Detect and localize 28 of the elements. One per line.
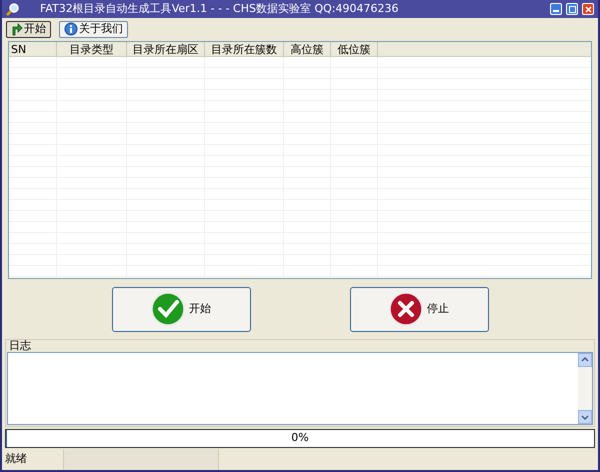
close-icon [389, 292, 423, 326]
close-icon [584, 6, 592, 12]
column-header[interactable]: SN [9, 42, 57, 56]
toolbar-button[interactable]: 关于我们 [59, 20, 128, 38]
close-button[interactable] [582, 3, 594, 15]
maximize-icon [568, 6, 576, 12]
column-header[interactable]: 目录类型 [57, 42, 127, 56]
column-header[interactable]: 目录所在扇区 [127, 42, 205, 56]
column-header[interactable]: 高位簇 [284, 42, 331, 56]
minimize-button[interactable] [550, 3, 562, 15]
column-header[interactable]: 目录所在簇数 [205, 42, 284, 56]
magnifier-icon [6, 2, 20, 16]
progress-reading: 0% [291, 430, 309, 446]
maximize-button[interactable] [566, 3, 578, 15]
column-header[interactable]: 低位簇 [331, 42, 378, 56]
info-icon [64, 22, 78, 36]
log-area[interactable] [7, 352, 593, 425]
toolbar-button[interactable]: 开始 [6, 20, 51, 38]
scroll-up-icon[interactable] [578, 353, 592, 367]
arrow-icon [11, 22, 23, 36]
scroll-down-icon[interactable] [578, 410, 592, 424]
action-button[interactable]: 停止 [350, 286, 488, 332]
scroll-bar[interactable] [578, 353, 592, 424]
window-title: FAT32根目录自动生成工具Ver1.1 - - - CHS数据实验室 QQ:490476236 [40, 0, 398, 17]
log-title: 日志 [8, 340, 32, 352]
action-button[interactable]: 开始 [112, 286, 250, 332]
check-icon [151, 292, 185, 326]
minimize-icon [553, 10, 559, 12]
